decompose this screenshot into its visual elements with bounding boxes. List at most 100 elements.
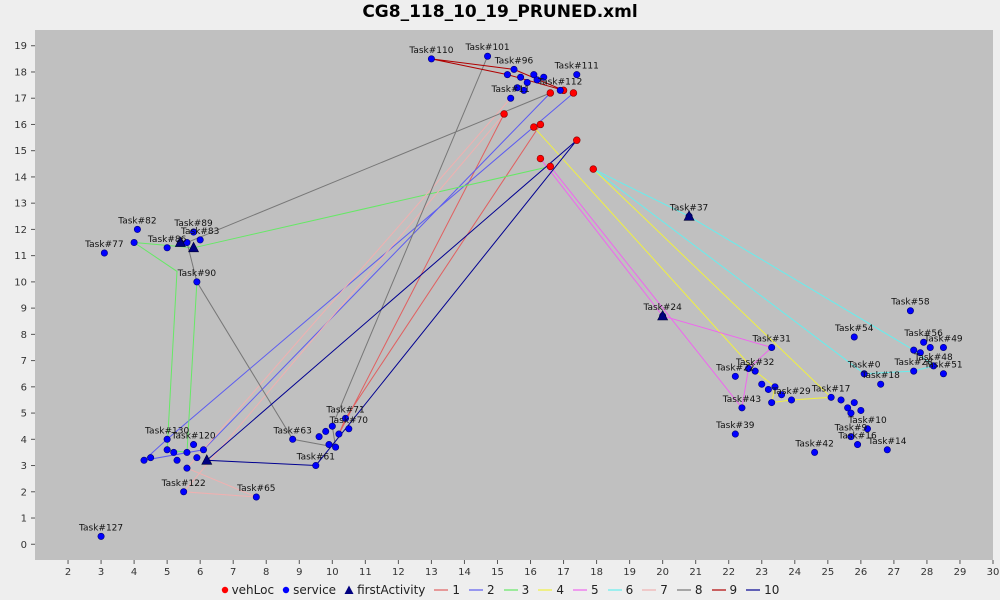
service-point-label: Task#0 xyxy=(847,361,881,371)
service-point xyxy=(837,396,845,404)
service-point-label: Task#111 xyxy=(554,62,599,72)
service-point-label: Task#37 xyxy=(669,203,708,213)
legend-symbol-2 xyxy=(469,589,484,591)
service-point-label: Task#31 xyxy=(751,334,790,344)
service-point-label: Task#96 xyxy=(494,56,534,66)
legend-symbol-6 xyxy=(607,589,622,591)
service-point xyxy=(322,427,330,435)
vehloc-point xyxy=(500,110,508,118)
service-point-label: Task#127 xyxy=(78,523,123,533)
x-tick-label: 15 xyxy=(491,567,504,578)
service-point xyxy=(315,433,323,441)
service-point-label: Task#112 xyxy=(537,77,582,87)
service-point xyxy=(196,236,204,244)
service-point xyxy=(758,380,766,388)
legend-triangle xyxy=(344,585,354,594)
legend-label: 6 xyxy=(625,582,634,597)
service-point xyxy=(170,448,178,456)
x-tick-label: 2 xyxy=(65,567,71,578)
x-tick-label: 30 xyxy=(987,567,1000,578)
service-point-label: Task#42 xyxy=(794,439,833,449)
vehloc-point xyxy=(589,165,597,173)
y-tick-label: 8 xyxy=(21,330,27,341)
x-tick-label: 5 xyxy=(164,567,170,578)
service-point-label: Task#17 xyxy=(811,384,850,394)
legend-item-service: service xyxy=(282,583,336,597)
service-point-label: Task#61 xyxy=(296,453,335,463)
legend-item-9: 9 xyxy=(711,583,737,597)
x-tick-label: 3 xyxy=(98,567,104,578)
vehloc-point xyxy=(546,89,555,97)
service-point-label: Task#82 xyxy=(117,216,156,226)
service-point-label: Task#11 xyxy=(490,85,529,95)
service-point-label: Task#39 xyxy=(715,421,755,431)
service-point xyxy=(325,441,333,449)
service-point-label: Task#14 xyxy=(867,437,907,447)
x-tick-label: 21 xyxy=(689,567,702,578)
service-point xyxy=(787,396,795,404)
scatter-plot: Task#11 0 Task#101 Task#96 Task#111 Task#112 T… xyxy=(14,30,1000,578)
legend-symbol-service xyxy=(282,586,290,594)
service-point xyxy=(190,441,198,449)
y-tick-label: 18 xyxy=(14,67,27,78)
x-tick-label: 19 xyxy=(623,567,636,578)
service-point-label: Task#122 xyxy=(161,479,206,489)
service-point xyxy=(926,343,934,351)
service-point-label: Task#29 xyxy=(771,387,811,397)
service-point xyxy=(427,55,435,63)
service-point-label: Task#63 xyxy=(272,426,311,436)
legend-dot xyxy=(221,586,228,594)
service-point xyxy=(180,488,188,496)
service-point-label: Task#101 xyxy=(464,43,509,53)
service-point xyxy=(738,404,746,412)
service-point-label: Task#43 xyxy=(722,395,761,405)
y-tick-label: 15 xyxy=(14,146,27,157)
x-tick-label: 14 xyxy=(458,567,471,578)
service-point-label: Task#49 xyxy=(923,334,963,344)
service-point xyxy=(906,307,914,315)
service-point xyxy=(827,393,835,401)
x-tick-label: 7 xyxy=(230,567,236,578)
service-point xyxy=(199,446,207,454)
legend-symbol-8 xyxy=(676,589,691,591)
legend-label: 5 xyxy=(590,582,599,597)
legend-label: 3 xyxy=(521,582,530,597)
service-point xyxy=(345,425,353,433)
service-point xyxy=(147,454,155,462)
y-tick-label: 7 xyxy=(21,356,27,367)
x-tick-label: 11 xyxy=(359,567,372,578)
y-tick-label: 6 xyxy=(21,382,27,393)
legend-item-8: 8 xyxy=(676,583,703,597)
y-tick-label: 0 xyxy=(21,540,27,551)
service-point xyxy=(850,399,858,407)
legend-symbol-5 xyxy=(572,589,587,591)
service-point xyxy=(163,435,171,443)
vehloc-point xyxy=(569,89,578,97)
service-point xyxy=(503,71,511,79)
vehloc-point xyxy=(530,123,538,131)
service-point-label: Task#90 xyxy=(177,269,217,279)
y-tick-label: 17 xyxy=(14,94,27,105)
y-tick-label: 10 xyxy=(14,277,27,288)
service-point xyxy=(939,370,947,378)
service-point xyxy=(140,456,148,464)
x-axis: 2 3 4 5 6 7 8 9 10 11 12 13 14 15 16 17 18 19 20 21 22 23 24 25… xyxy=(65,560,1000,578)
legend-item-3: 3 xyxy=(503,582,530,597)
service-point xyxy=(183,464,191,472)
x-tick-label: 17 xyxy=(557,567,570,578)
service-point xyxy=(850,333,858,341)
service-point xyxy=(764,385,772,393)
service-point xyxy=(556,86,564,94)
service-point xyxy=(289,435,297,443)
service-point xyxy=(768,343,776,351)
service-point xyxy=(100,249,108,257)
x-tick-label: 8 xyxy=(263,567,269,578)
legend-item-1: 1 xyxy=(433,583,460,597)
service-point xyxy=(510,65,518,73)
x-tick-label: 20 xyxy=(656,567,669,578)
legend-symbol-1 xyxy=(434,589,449,591)
service-point-label: Task#58 xyxy=(890,298,930,308)
service-point-label: Task#83 xyxy=(180,227,219,237)
service-point xyxy=(97,532,105,540)
service-point xyxy=(910,367,918,375)
